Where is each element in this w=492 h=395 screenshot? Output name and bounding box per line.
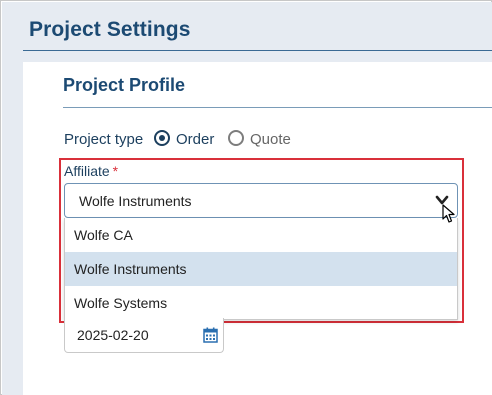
- radio-quote[interactable]: [228, 130, 244, 146]
- left-gutter: [2, 62, 23, 395]
- mouse-cursor-icon: [442, 204, 455, 223]
- calendar-icon[interactable]: [203, 327, 218, 343]
- affiliate-label-text: Affiliate: [64, 163, 110, 179]
- affiliate-option-selected[interactable]: Wolfe Instruments: [65, 252, 457, 286]
- required-marker: *: [112, 163, 119, 179]
- radio-quote-label[interactable]: Quote: [250, 131, 291, 148]
- section-divider: [63, 107, 492, 108]
- radio-order[interactable]: [154, 130, 170, 146]
- affiliate-option[interactable]: Wolfe CA: [65, 218, 457, 252]
- project-type-label: Project type: [64, 131, 144, 148]
- affiliate-select-value: Wolfe Instruments: [79, 193, 192, 209]
- section-title: Project Profile: [63, 75, 186, 95]
- affiliate-select[interactable]: Wolfe Instruments: [64, 183, 458, 218]
- affiliate-option[interactable]: Wolfe Systems: [65, 286, 457, 320]
- affiliate-dropdown-list: Wolfe CA Wolfe Instruments Wolfe Systems: [64, 218, 458, 320]
- date-field[interactable]: 2025-02-20: [64, 318, 224, 353]
- affiliate-label: Affiliate *: [64, 163, 118, 179]
- radio-order-label[interactable]: Order: [176, 131, 214, 148]
- app-window: Project Settings Project Profile Project…: [0, 0, 492, 395]
- date-value: 2025-02-20: [77, 327, 149, 343]
- header-divider: [23, 50, 492, 51]
- page-title: Project Settings: [29, 18, 191, 41]
